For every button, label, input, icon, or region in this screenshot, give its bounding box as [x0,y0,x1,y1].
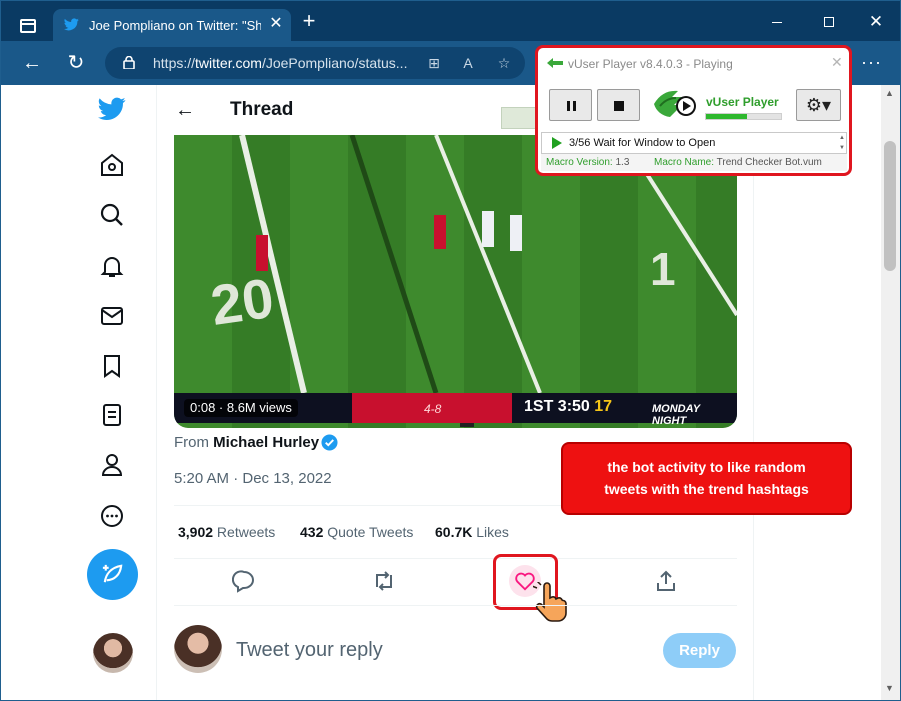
scroll-down-arrow[interactable]: ▼ [885,683,894,693]
divider [174,558,737,559]
notifications-icon[interactable] [99,253,125,279]
team-record: 4-8 [424,402,442,416]
annotation-line: tweets with the trend hashtags [604,481,809,497]
tweet-video[interactable]: 20 1 0:08 · 8.6M views 4-8 1ST 3:50 17 M… [174,135,737,428]
app-available-icon[interactable]: ⊞ [425,54,443,72]
title-bar: Joe Pompliano on Twitter: "Shou ✕ + ✕ [1,1,900,41]
compose-tweet-button[interactable] [87,549,138,600]
more-icon[interactable] [99,503,125,529]
lists-icon[interactable] [99,402,125,428]
verified-icon [321,434,338,451]
retweet-icon[interactable] [372,569,396,593]
minimize-button[interactable] [757,9,797,35]
likes-count[interactable]: 60.7K Likes [435,524,509,540]
vuser-title: vUser Player v8.4.0.3 - Playing [568,57,733,71]
quote-tweets-count[interactable]: 432 Quote Tweets [300,524,413,540]
messages-icon[interactable] [99,303,125,329]
thread-back-button[interactable]: ← [175,99,195,122]
tab-title: Joe Pompliano on Twitter: "Shou [89,18,261,33]
explore-icon[interactable] [99,202,125,228]
video-attribution: From Michael Hurley [174,434,320,451]
reply-icon[interactable] [232,569,256,593]
macro-status-text: 3/56 Wait for Window to Open [569,137,716,149]
bookmarks-icon[interactable] [99,353,125,379]
settings-more-button[interactable]: ··· [861,52,882,73]
thread-column: ← Thread 20 1 0:08 · 8.6M views 4-8 1ST … [156,85,754,700]
reply-avatar [174,625,222,673]
browser-window: Joe Pompliano on Twitter: "Shou ✕ + ✕ ← … [0,0,901,701]
macro-status-bar: 3/56 Wait for Window to Open ▲ ▼ [541,132,847,154]
reply-button[interactable]: Reply [663,633,736,668]
twitter-sidebar [1,85,156,700]
annotation-line: the bot activity to like random [607,459,806,475]
vuser-logo-icon [654,90,696,117]
video-field-markings: 20 1 [207,135,737,427]
url-text: https://twitter.com/JoePompliano/status.… [153,55,408,71]
macro-progress-bar [705,113,782,120]
new-tab-button[interactable]: + [297,10,321,34]
tweet-timestamp[interactable]: 5:20 AM · Dec 13, 2022 [174,470,332,487]
vuser-title-icon [547,58,563,68]
macro-version: Macro Version: 1.3 [546,157,630,168]
divider [174,605,737,606]
twitter-logo-icon[interactable] [98,97,126,121]
settings-gear-button[interactable]: ⚙▾ [796,89,841,121]
home-icon[interactable] [99,152,125,178]
lock-icon [123,56,135,69]
favorites-add-icon[interactable]: ☆ [495,54,513,72]
address-bar[interactable]: https://twitter.com/JoePompliano/status.… [105,47,525,79]
maximize-button[interactable] [809,9,849,35]
scroll-up-arrow[interactable]: ▲ [885,88,894,98]
profile-icon[interactable] [99,452,125,478]
back-arrow-icon[interactable]: ← [21,52,43,74]
status-scroll-arrows[interactable]: ▲ ▼ [837,133,847,153]
account-avatar[interactable] [93,633,133,673]
svg-text:1: 1 [650,243,676,295]
macro-name: Macro Name: Trend Checker Bot.vum [654,157,822,168]
stop-button[interactable] [597,89,640,121]
refresh-icon[interactable]: ↻ [65,52,87,74]
pause-button[interactable] [549,89,592,121]
play-status-icon [552,137,562,149]
hand-cursor-icon [533,582,567,622]
game-clock: 1ST 3:50 17 [524,398,613,415]
tab-close-button[interactable]: ✕ [267,13,285,35]
page-title: Thread [230,99,294,120]
read-aloud-icon[interactable]: A [459,54,477,72]
vuser-player-window: vUser Player v8.4.0.3 - Playing ✕ vUser … [535,45,852,176]
tab-actions-icon[interactable] [20,19,36,33]
retweets-count[interactable]: 3,902 Retweets [178,524,275,540]
compose-icon [102,564,123,583]
reply-input[interactable]: Tweet your reply [236,639,383,662]
twitter-favicon-icon [64,18,79,31]
annotation-callout: the bot activity to like random tweets w… [561,442,852,515]
vuser-brand: vUser Player [706,95,779,109]
svg-text:20: 20 [207,266,277,337]
page-scrollbar[interactable]: ▲ ▼ [881,85,900,700]
share-icon[interactable] [654,569,678,593]
browser-tab[interactable]: Joe Pompliano on Twitter: "Shou ✕ [53,9,291,41]
macro-progress-fill [706,114,748,119]
window-close-button[interactable]: ✕ [856,9,896,35]
attribution-author[interactable]: Michael Hurley [213,434,319,451]
broadcast-label: MONDAY NIGHT [652,403,700,427]
macro-info-footer: Macro Version: 1.3 Macro Name: Trend Che… [541,154,847,171]
video-views-overlay: 0:08 · 8.6M views [184,399,298,417]
scroll-thumb[interactable] [884,141,896,271]
vuser-close-button[interactable]: ✕ [831,54,843,71]
